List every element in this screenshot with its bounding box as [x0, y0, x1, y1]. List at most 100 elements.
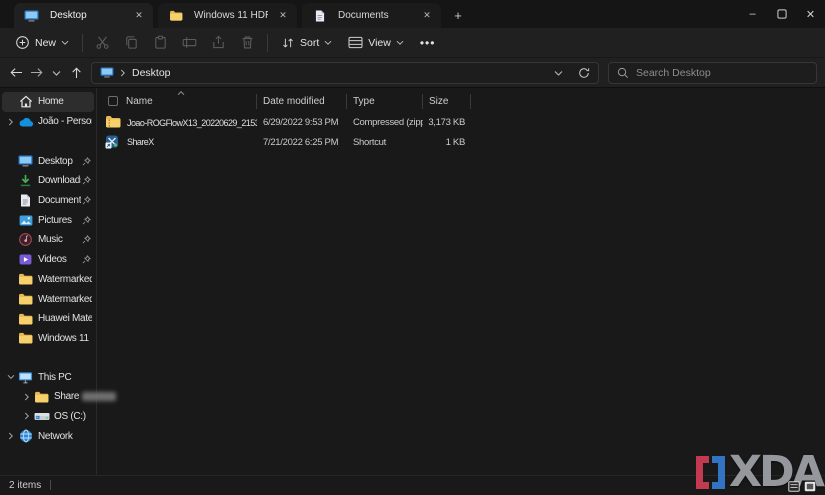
select-all-checkbox[interactable] — [108, 96, 118, 106]
column-header-date-modified[interactable]: Date modified — [257, 93, 347, 109]
plus-circle-icon — [16, 36, 29, 49]
delete-icon — [242, 36, 253, 49]
delete-button[interactable] — [233, 31, 262, 55]
more-options-button[interactable]: ••• — [412, 31, 444, 55]
network-icon — [17, 428, 34, 444]
chevron-down-icon — [52, 70, 60, 76]
sidebar-item-this-pc[interactable]: This PC — [2, 367, 94, 387]
sidebar-item-home[interactable]: Home — [2, 92, 94, 112]
close-tab-icon[interactable]: ✕ — [131, 8, 147, 24]
document-icon — [17, 193, 34, 209]
tab-documents[interactable]: Documents ✕ — [302, 3, 441, 28]
breadcrumb-location[interactable]: Desktop — [132, 67, 171, 79]
sidebar-item-label: Desktop — [38, 155, 73, 167]
close-tab-icon[interactable]: ✕ — [275, 8, 291, 24]
column-header-type[interactable]: Type — [347, 93, 423, 109]
sidebar-item-label: Pictures — [38, 214, 72, 226]
onedrive-cloud-icon — [17, 114, 34, 130]
sort-ascending-icon — [177, 90, 185, 96]
up-button[interactable] — [66, 62, 86, 84]
view-button[interactable]: View — [340, 31, 412, 55]
details-view-icon — [787, 480, 800, 492]
search-box[interactable] — [608, 61, 817, 84]
cut-icon — [96, 36, 109, 49]
sidebar-item-label: Music — [38, 234, 63, 246]
videos-icon — [17, 252, 34, 268]
sidebar-item-watermarked-2[interactable]: Watermarked — [2, 289, 94, 309]
sidebar-item-network[interactable]: Network — [2, 426, 94, 446]
address-bar[interactable]: Desktop — [91, 61, 599, 84]
share-button[interactable] — [204, 31, 233, 55]
sort-button[interactable]: Sort — [273, 31, 340, 55]
sidebar-item-label: Downloads — [38, 175, 81, 187]
sidebar-item-label: Documents — [38, 195, 81, 207]
file-row-sharex[interactable]: ShareX 7/21/2022 6:25 PM Shortcut 1 KB — [97, 133, 825, 153]
column-label: Date modified — [263, 95, 325, 107]
sidebar-item-pictures[interactable]: Pictures — [2, 210, 94, 230]
name-cell: Joao-ROGFlowX13_20220629_215347.zip — [97, 115, 257, 130]
cut-button[interactable] — [88, 31, 117, 55]
sidebar-item-videos[interactable]: Videos — [2, 250, 94, 270]
refresh-button[interactable] — [574, 63, 594, 83]
new-label: New — [35, 36, 57, 49]
pin-icon — [81, 235, 92, 244]
sidebar-item-music[interactable]: Music — [2, 230, 94, 250]
sidebar-item-documents[interactable]: Documents — [2, 191, 94, 211]
new-tab-button[interactable]: + — [446, 3, 470, 28]
file-rows: Joao-ROGFlowX13_20220629_215347.zip 6/29… — [97, 113, 825, 152]
search-input[interactable] — [636, 66, 808, 79]
sidebar-item-share[interactable]: Share — [2, 387, 117, 407]
details-view-toggle-button[interactable] — [787, 480, 800, 492]
chevron-right-icon[interactable] — [20, 412, 33, 420]
recent-locations-button[interactable] — [46, 62, 66, 84]
copy-button[interactable] — [117, 31, 146, 55]
chevron-right-icon[interactable] — [4, 118, 17, 126]
sidebar-item-huawei-matebook[interactable]: Huawei Matebook — [2, 309, 94, 329]
tab-windows-11-hdr[interactable]: Windows 11 HDR ✕ — [158, 3, 297, 28]
sidebar-item-os-c[interactable]: OS (C:) — [2, 407, 94, 427]
sidebar-item-onedrive-personal[interactable]: João - Personal — [2, 112, 94, 132]
paste-button[interactable] — [146, 31, 175, 55]
back-button[interactable] — [6, 62, 26, 84]
column-header-size[interactable]: Size — [423, 93, 471, 109]
chevron-right-icon[interactable] — [20, 393, 33, 401]
sidebar-item-label: Home — [38, 96, 64, 108]
desktop-icon — [17, 153, 34, 169]
minimize-button[interactable]: – — [738, 0, 767, 28]
new-button[interactable]: New — [7, 31, 77, 55]
pin-icon — [81, 255, 92, 264]
sidebar-item-desktop[interactable]: Desktop — [2, 151, 94, 171]
forward-button[interactable] — [26, 62, 46, 84]
sidebar-item-windows-11-hdr[interactable]: Windows 11 HDR — [2, 329, 94, 349]
pin-icon — [81, 215, 92, 225]
titlebar: Desktop ✕ Windows 11 HDR ✕ Documents ✕ +… — [0, 0, 825, 28]
rename-button[interactable] — [175, 31, 204, 55]
chevron-down-icon — [61, 40, 69, 45]
view-toggles — [787, 480, 816, 492]
chevron-down-icon[interactable] — [4, 374, 17, 380]
thumbnail-view-icon — [804, 481, 815, 491]
arrow-left-icon — [9, 68, 22, 77]
maximize-button[interactable] — [767, 0, 796, 28]
sort-label: Sort — [300, 36, 320, 49]
chevron-right-icon[interactable] — [4, 432, 17, 440]
folder-icon — [17, 311, 34, 327]
file-row-zip[interactable]: Joao-ROGFlowX13_20220629_215347.zip 6/29… — [97, 113, 825, 133]
column-header-name[interactable]: Name — [97, 91, 257, 109]
chevron-right-icon[interactable] — [120, 69, 126, 77]
folder-icon — [33, 389, 50, 405]
tab-desktop[interactable]: Desktop ✕ — [14, 3, 153, 28]
type-cell: Shortcut — [353, 136, 386, 148]
folder-icon — [168, 8, 183, 24]
chevron-down-icon — [554, 70, 562, 76]
sidebar-item-watermarked-1[interactable]: Watermarked — [2, 270, 94, 290]
xda-left-bracket-icon — [695, 455, 709, 489]
close-button[interactable]: ✕ — [796, 0, 825, 28]
location-desktop-icon — [100, 67, 114, 78]
sidebar-item-label: Watermarked — [38, 293, 92, 305]
address-dropdown-button[interactable] — [548, 63, 568, 83]
sidebar-item-downloads[interactable]: Downloads — [2, 171, 94, 191]
close-tab-icon[interactable]: ✕ — [419, 8, 435, 24]
thumbnail-view-toggle-button[interactable] — [803, 480, 816, 492]
